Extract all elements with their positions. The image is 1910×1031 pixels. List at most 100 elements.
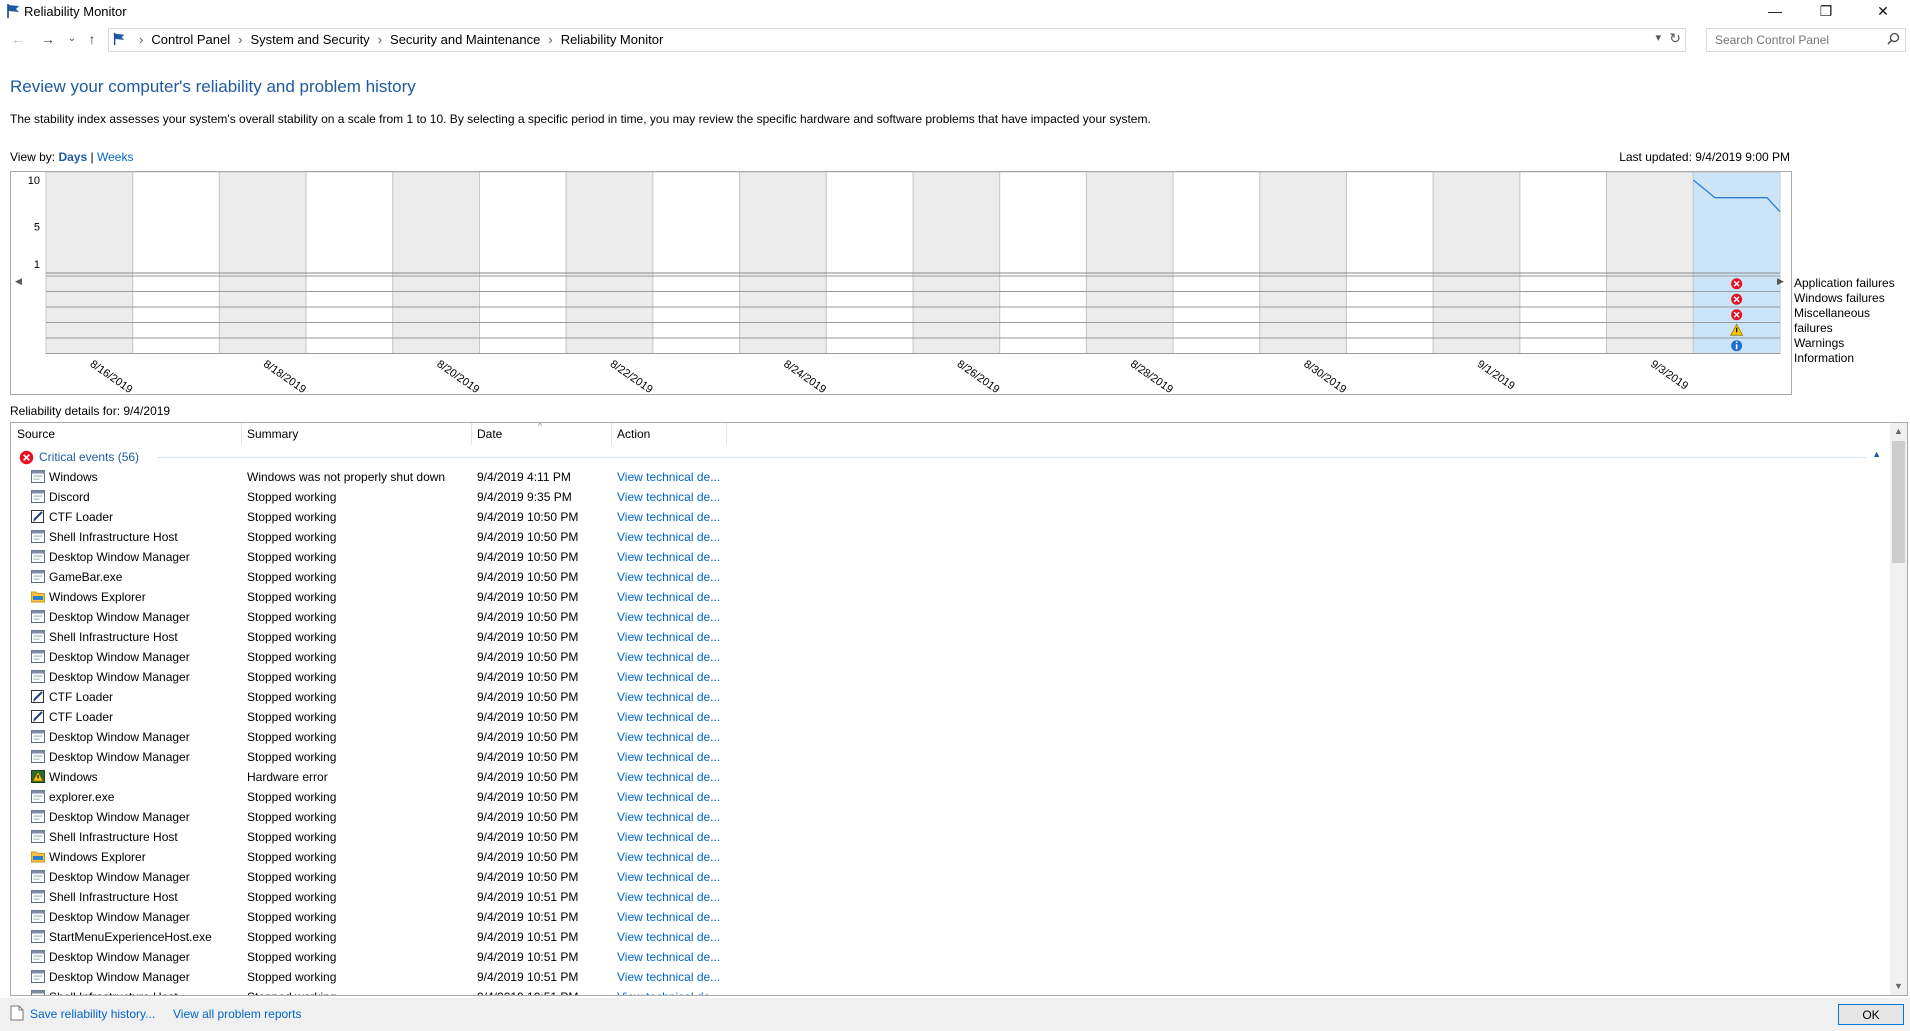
table-row[interactable]: CTF Loader Stopped working 9/4/2019 10:50 …: [11, 687, 1891, 707]
search-box[interactable]: [1706, 28, 1906, 52]
view-technical-details-link[interactable]: View technical de...: [617, 550, 720, 564]
column-summary[interactable]: Summary: [247, 427, 298, 441]
minimize-button[interactable]: —: [1752, 0, 1798, 24]
day-column[interactable]: [132, 172, 220, 354]
table-row[interactable]: Desktop Window Manager Stopped working 9/4…: [11, 867, 1891, 887]
column-divider[interactable]: [726, 423, 727, 445]
day-column[interactable]: [652, 172, 741, 354]
view-all-problem-reports-link[interactable]: View all problem reports: [173, 1007, 302, 1021]
table-row[interactable]: Windows Hardware error 9/4/2019 10:50 PM Vi…: [11, 767, 1891, 787]
table-row[interactable]: GameBar.exe Stopped working 9/4/2019 10:50…: [11, 567, 1891, 587]
day-column[interactable]: [912, 172, 1001, 354]
scroll-up-icon[interactable]: ▲: [1890, 423, 1907, 440]
view-days-link[interactable]: Days: [58, 150, 87, 164]
column-divider[interactable]: [241, 423, 242, 445]
table-row[interactable]: CTF Loader Stopped working 9/4/2019 10:50 …: [11, 707, 1891, 727]
critical-events-group[interactable]: Critical events (56) ▲: [17, 449, 1887, 465]
day-column[interactable]: [1606, 172, 1694, 354]
day-column[interactable]: [565, 172, 654, 354]
table-row[interactable]: Desktop Window Manager Stopped working 9/4…: [11, 647, 1891, 667]
table-row[interactable]: Desktop Window Manager Stopped working 9/4…: [11, 947, 1891, 967]
table-row[interactable]: Shell Infrastructure Host Stopped working…: [11, 827, 1891, 847]
address-dropdown-icon[interactable]: ▾: [1655, 31, 1661, 44]
scroll-thumb[interactable]: [1892, 441, 1905, 563]
view-technical-details-link[interactable]: View technical de...: [617, 730, 720, 744]
view-technical-details-link[interactable]: View technical de...: [617, 830, 720, 844]
chart-scroll-left-icon[interactable]: ◀: [15, 276, 22, 287]
view-technical-details-link[interactable]: View technical de...: [617, 510, 720, 524]
view-technical-details-link[interactable]: View technical de...: [617, 630, 720, 644]
day-column[interactable]: [1259, 172, 1348, 354]
view-technical-details-link[interactable]: View technical de...: [617, 670, 720, 684]
day-column[interactable]: [825, 172, 914, 354]
column-action[interactable]: Action: [617, 427, 650, 441]
scroll-down-icon[interactable]: ▼: [1890, 978, 1907, 995]
view-technical-details-link[interactable]: View technical de...: [617, 850, 720, 864]
recent-locations-icon[interactable]: ⌄: [63, 30, 81, 48]
view-technical-details-link[interactable]: View technical de...: [617, 690, 720, 704]
collapse-group-icon[interactable]: ▲: [1872, 449, 1881, 459]
close-button[interactable]: ✕: [1860, 0, 1906, 24]
forward-icon[interactable]: →: [39, 30, 57, 48]
table-row[interactable]: Desktop Window Manager Stopped working 9/4…: [11, 807, 1891, 827]
address-bar[interactable]: › Control Panel › System and Security › Secur…: [108, 28, 1686, 52]
view-technical-details-link[interactable]: View technical de...: [617, 490, 720, 504]
table-row[interactable]: Discord Stopped working 9/4/2019 9:35 PM Vi…: [11, 487, 1891, 507]
view-technical-details-link[interactable]: View technical de...: [617, 970, 720, 984]
table-row[interactable]: Shell Infrastructure Host Stopped working…: [11, 527, 1891, 547]
table-row[interactable]: Desktop Window Manager Stopped working 9/4…: [11, 547, 1891, 567]
column-divider[interactable]: [471, 423, 472, 445]
table-row[interactable]: Windows Windows was not properly shut dow…: [11, 467, 1891, 487]
view-technical-details-link[interactable]: View technical de...: [617, 990, 720, 995]
table-row[interactable]: StartMenuExperienceHost.exe Stopped worki…: [11, 927, 1891, 947]
chart-scroll-right-icon[interactable]: ▶: [1777, 276, 1784, 287]
view-technical-details-link[interactable]: View technical de...: [617, 930, 720, 944]
critical-events-label[interactable]: Critical events (56): [39, 450, 139, 464]
column-divider[interactable]: [611, 423, 612, 445]
view-technical-details-link[interactable]: View technical de...: [617, 650, 720, 664]
day-column[interactable]: [392, 172, 480, 354]
refresh-icon[interactable]: ↻: [1669, 30, 1681, 47]
day-column[interactable]: [305, 172, 394, 354]
table-row[interactable]: Desktop Window Manager Stopped working 9/4…: [11, 907, 1891, 927]
view-technical-details-link[interactable]: View technical de...: [617, 790, 720, 804]
day-column[interactable]: [1172, 172, 1261, 354]
day-column[interactable]: [1432, 172, 1521, 354]
table-row[interactable]: Desktop Window Manager Stopped working 9/4…: [11, 747, 1891, 767]
table-row[interactable]: Desktop Window Manager Stopped working 9/4…: [11, 967, 1891, 987]
view-technical-details-link[interactable]: View technical de...: [617, 710, 720, 724]
table-row[interactable]: explorer.exe Stopped working 9/4/2019 10:5…: [11, 787, 1891, 807]
view-technical-details-link[interactable]: View technical de...: [617, 610, 720, 624]
back-icon[interactable]: ←: [9, 30, 27, 48]
view-technical-details-link[interactable]: View technical de...: [617, 870, 720, 884]
view-technical-details-link[interactable]: View technical de...: [617, 470, 720, 484]
table-row[interactable]: Desktop Window Manager Stopped working 9/4…: [11, 667, 1891, 687]
view-technical-details-link[interactable]: View technical de...: [617, 810, 720, 824]
view-technical-details-link[interactable]: View technical de...: [617, 890, 720, 904]
day-column[interactable]: [1519, 172, 1608, 354]
view-weeks-link[interactable]: Weeks: [97, 150, 133, 164]
restore-button[interactable]: ❐: [1803, 0, 1849, 24]
breadcrumb-security-and-maintenance[interactable]: Security and Maintenance: [390, 32, 540, 47]
stability-chart[interactable]: 10 5 1 8/16/2019 8/18/2019 8/20/2019 8/22/2019…: [10, 171, 1792, 395]
ok-button[interactable]: OK: [1838, 1004, 1904, 1025]
column-source[interactable]: Source: [17, 427, 55, 441]
day-column[interactable]: [45, 172, 134, 354]
table-row[interactable]: Desktop Window Manager Stopped working 9/4…: [11, 607, 1891, 627]
view-technical-details-link[interactable]: View technical de...: [617, 910, 720, 924]
day-column[interactable]: [1346, 172, 1434, 354]
day-column[interactable]: [479, 172, 567, 354]
table-row[interactable]: CTF Loader Stopped working 9/4/2019 10:50 …: [11, 507, 1891, 527]
breadcrumb-system-and-security[interactable]: System and Security: [250, 32, 369, 47]
day-column[interactable]: [739, 172, 827, 354]
table-row[interactable]: Windows Explorer Stopped working 9/4/2019 …: [11, 587, 1891, 607]
view-technical-details-link[interactable]: View technical de...: [617, 950, 720, 964]
table-row[interactable]: Shell Infrastructure Host Stopped working…: [11, 887, 1891, 907]
view-technical-details-link[interactable]: View technical de...: [617, 530, 720, 544]
view-technical-details-link[interactable]: View technical de...: [617, 750, 720, 764]
view-technical-details-link[interactable]: View technical de...: [617, 590, 720, 604]
day-column[interactable]: [999, 172, 1087, 354]
table-row[interactable]: Windows Explorer Stopped working 9/4/2019 …: [11, 847, 1891, 867]
table-row[interactable]: Shell Infrastructure Host Stopped working…: [11, 987, 1891, 995]
view-technical-details-link[interactable]: View technical de...: [617, 570, 720, 584]
